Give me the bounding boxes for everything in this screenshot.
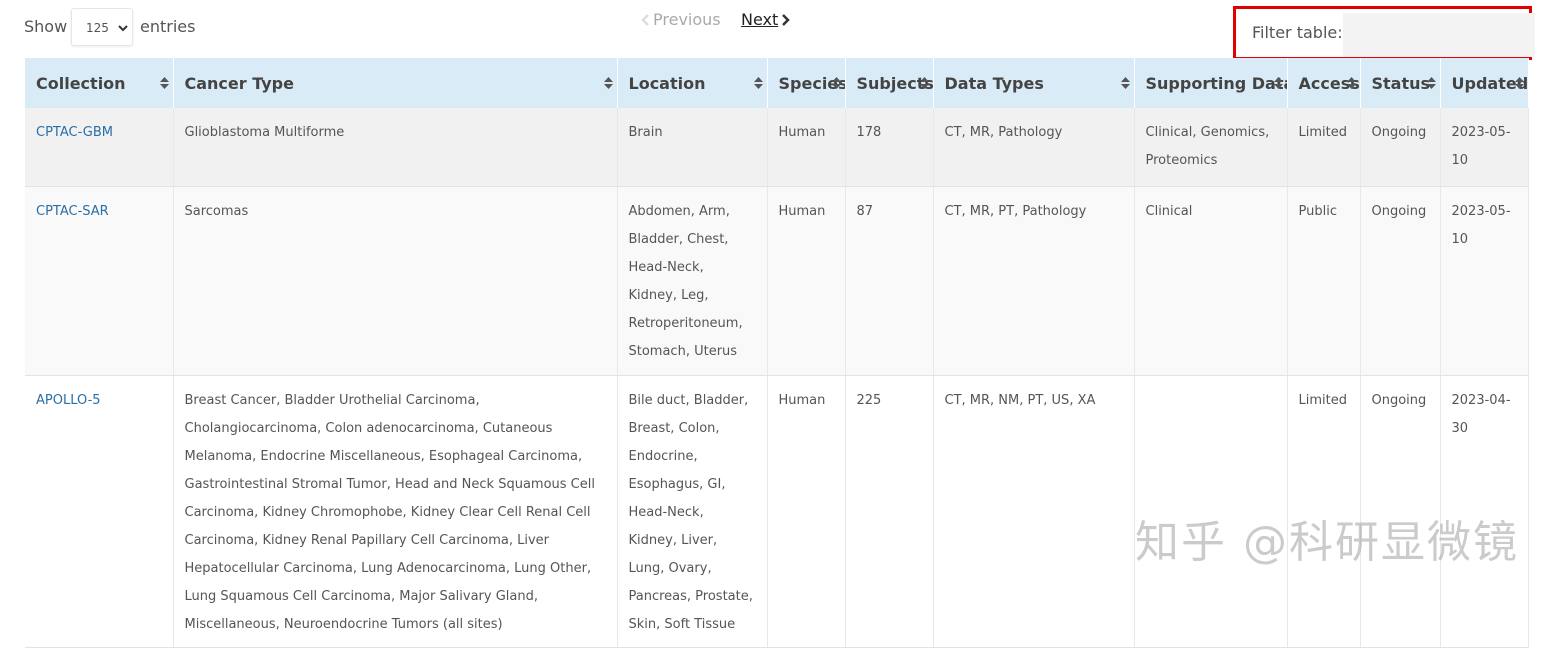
sort-icon: [1273, 77, 1283, 89]
collection-link[interactable]: CPTAC-GBM: [36, 125, 113, 140]
entries-label: entries: [140, 17, 196, 36]
page-size-select[interactable]: 125: [71, 8, 133, 46]
cell-access: Public: [1287, 186, 1361, 376]
sort-icon: [831, 77, 841, 89]
cell-collection: CPTAC-GBM: [25, 108, 174, 187]
column-header-updated[interactable]: Updated: [1440, 58, 1529, 108]
filter-highlight: Filter table:: [1233, 6, 1535, 60]
cell-cancer-type: Glioblastoma Multiforme: [173, 108, 618, 187]
cell-species: Human: [767, 108, 846, 187]
column-header-subjects[interactable]: Subjects: [845, 58, 934, 108]
cell-subjects: 225: [845, 375, 934, 648]
sort-icon: [1514, 77, 1524, 89]
column-label: Collection: [36, 73, 126, 93]
cell-data-types: CT, MR, PT, Pathology: [933, 186, 1135, 376]
cell-status: Ongoing: [1360, 186, 1441, 376]
cell-collection: APOLLO-5: [25, 375, 174, 648]
sort-icon: [1426, 77, 1436, 89]
cell-data-types: CT, MR, Pathology: [933, 108, 1135, 187]
chevron-left-icon: [641, 14, 649, 26]
cell-subjects: 87: [845, 186, 934, 376]
column-label: Location: [628, 73, 706, 93]
sort-icon: [919, 77, 929, 89]
cell-species: Human: [767, 375, 846, 648]
header-row: Collection Cancer Type Location Species …: [25, 58, 1529, 108]
column-label: Supporting Data: [1145, 73, 1287, 93]
cell-supporting-data: Clinical, Genomics, Proteomics: [1134, 108, 1288, 187]
chevron-down-icon: [118, 25, 128, 32]
sort-icon: [753, 77, 763, 89]
cell-updated: 2023-05-10: [1440, 186, 1529, 376]
table-controls: Show 125 entries Previous Next Filter ta…: [0, 0, 1556, 60]
cell-data-types: CT, MR, NM, PT, US, XA: [933, 375, 1135, 648]
column-header-species[interactable]: Species: [767, 58, 846, 108]
table-row: CPTAC-GBM Glioblastoma Multiforme Brain …: [25, 108, 1529, 187]
column-label: Cancer Type: [184, 73, 294, 93]
cell-species: Human: [767, 186, 846, 376]
cell-access: Limited: [1287, 108, 1361, 187]
filter-input[interactable]: [1343, 13, 1535, 57]
sort-icon: [1346, 77, 1356, 89]
next-button[interactable]: Next: [741, 10, 790, 29]
cell-collection: CPTAC-SAR: [25, 186, 174, 376]
column-label: Data Types: [944, 73, 1044, 93]
cell-cancer-type: Breast Cancer, Bladder Urothelial Carcin…: [173, 375, 618, 648]
next-label: Next: [741, 10, 779, 29]
cell-status: Ongoing: [1360, 108, 1441, 187]
cell-cancer-type: Sarcomas: [173, 186, 618, 376]
page-size-value: 125: [86, 21, 109, 35]
collection-link[interactable]: APOLLO-5: [36, 393, 101, 408]
sort-icon: [159, 77, 169, 89]
sort-icon: [603, 77, 613, 89]
previous-label: Previous: [653, 10, 721, 29]
column-header-status[interactable]: Status: [1360, 58, 1441, 108]
column-header-supporting-data[interactable]: Supporting Data: [1134, 58, 1288, 108]
table-row: CPTAC-SAR Sarcomas Abdomen, Arm, Bladder…: [25, 186, 1529, 376]
column-header-cancer-type[interactable]: Cancer Type: [173, 58, 618, 108]
chevron-right-icon: [782, 14, 790, 26]
cell-location: Brain: [617, 108, 768, 187]
show-label: Show: [24, 17, 68, 36]
column-header-location[interactable]: Location: [617, 58, 768, 108]
previous-button[interactable]: Previous: [641, 10, 721, 29]
cell-location: Bile duct, Bladder, Breast, Colon, Endoc…: [617, 375, 768, 648]
column-label: Status: [1371, 73, 1431, 93]
column-header-collection[interactable]: Collection: [25, 58, 174, 108]
sort-icon: [1120, 77, 1130, 89]
column-header-data-types[interactable]: Data Types: [933, 58, 1135, 108]
collection-link[interactable]: CPTAC-SAR: [36, 204, 109, 219]
filter-label: Filter table:: [1252, 23, 1343, 42]
watermark: 知乎 @科研显微镜: [1135, 517, 1519, 568]
cell-updated: 2023-05-10: [1440, 108, 1529, 187]
cell-subjects: 178: [845, 108, 934, 187]
cell-supporting-data: Clinical: [1134, 186, 1288, 376]
cell-location: Abdomen, Arm, Bladder, Chest, Head-Neck,…: [617, 186, 768, 376]
column-header-access[interactable]: Access: [1287, 58, 1361, 108]
